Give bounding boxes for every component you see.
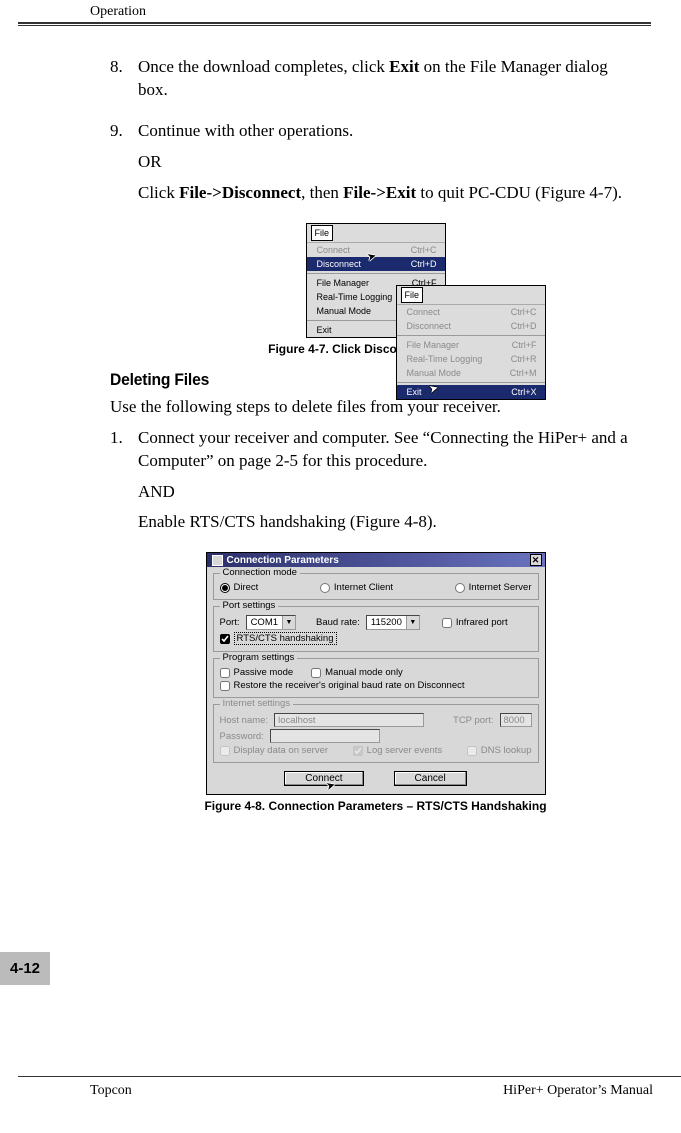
group-legend: Internet settings — [220, 698, 294, 709]
step-9: 9. Continue with other operations. OR Cl… — [110, 120, 641, 213]
text: to quit PC-CDU (Figure 4-7). — [416, 183, 622, 202]
text: , then — [301, 183, 343, 202]
check-dns-lookup: DNS lookup — [467, 745, 532, 756]
figure-4-7: File ConnectCtrl+C DisconnectCtrl+D File… — [110, 223, 641, 338]
body-text: Click File->Disconnect, then File->Exit … — [138, 182, 641, 205]
step-1: 1. Connect your receiver and computer. S… — [110, 427, 641, 543]
group-legend: Connection mode — [220, 567, 300, 578]
menu-connect: ConnectCtrl+C — [397, 305, 545, 319]
label-password: Password: — [220, 731, 264, 742]
label-baud: Baud rate: — [316, 617, 360, 628]
menu-disconnect: DisconnectCtrl+D — [397, 319, 545, 333]
body-text: Connect your receiver and computer. See … — [138, 427, 641, 473]
connection-parameters-dialog: Connection Parameters ✕ Connection mode … — [206, 552, 546, 795]
host-field: localhost — [274, 713, 424, 727]
figure-4-8: Connection Parameters ✕ Connection mode … — [110, 552, 641, 795]
program-settings-group: Program settings Passive mode Manual mod… — [213, 658, 539, 698]
check-display-data: Display data on server — [220, 745, 329, 756]
list-number: 8. — [110, 57, 138, 77]
port-combo[interactable]: COM1▼ — [246, 615, 296, 630]
body-text: OR — [138, 151, 641, 174]
connection-mode-group: Connection mode Direct Internet Client I… — [213, 573, 539, 600]
menu-connect: ConnectCtrl+C — [307, 243, 445, 257]
check-infrared[interactable]: Infrared port — [442, 617, 508, 628]
close-icon[interactable]: ✕ — [530, 554, 542, 566]
page-number: 4-12 — [0, 952, 50, 985]
port-settings-group: Port settings Port: COM1▼ Baud rate: 115… — [213, 606, 539, 652]
list-number: 9. — [110, 121, 138, 141]
body-text: Use the following steps to delete files … — [110, 396, 641, 419]
section-heading: Deleting Files — [110, 370, 599, 390]
footer-right: HiPer+ Operator’s Manual — [503, 1083, 653, 1099]
body-text: Enable RTS/CTS handshaking (Figure 4-8). — [138, 511, 641, 534]
figure-4-7-caption: Figure 4-7. Click Disconnect then Exit — [110, 342, 641, 356]
check-log-events: Log server events — [353, 745, 443, 756]
bold: File->Exit — [343, 183, 416, 202]
text: Click — [138, 183, 179, 202]
group-legend: Program settings — [220, 652, 298, 663]
check-passive[interactable]: Passive mode — [220, 667, 294, 678]
bold: Exit — [389, 57, 419, 76]
password-field — [270, 729, 380, 743]
tcp-port-field: 8000 — [500, 713, 532, 727]
chevron-down-icon[interactable]: ▼ — [282, 616, 295, 629]
body-text: AND — [138, 481, 641, 504]
chevron-down-icon[interactable]: ▼ — [406, 616, 419, 629]
body-text: Once the download completes, click Exit … — [138, 56, 641, 102]
radio-internet-client[interactable]: Internet Client — [320, 582, 393, 593]
menu-file-manager: File ManagerCtrl+F — [397, 338, 545, 352]
menubar-file[interactable]: File — [311, 225, 334, 241]
connect-button[interactable]: Connect — [284, 771, 363, 786]
check-restore-baud[interactable]: Restore the receiver's original baud rat… — [220, 680, 465, 691]
radio-internet-server[interactable]: Internet Server — [455, 582, 532, 593]
label-host: Host name: — [220, 715, 269, 726]
menu-disconnect[interactable]: DisconnectCtrl+D — [307, 257, 445, 271]
dialog-title: Connection Parameters — [227, 555, 339, 566]
body-text: Continue with other operations. — [138, 120, 641, 143]
bold: File->Disconnect — [179, 183, 301, 202]
check-manual-only[interactable]: Manual mode only — [311, 667, 403, 678]
text: Once the download completes, click — [138, 57, 389, 76]
check-rts-cts[interactable]: RTS/CTS handshaking — [220, 632, 337, 645]
baud-combo[interactable]: 115200▼ — [366, 615, 420, 630]
group-legend: Port settings — [220, 600, 279, 611]
label-port: Port: — [220, 617, 240, 628]
app-icon — [212, 555, 223, 566]
cancel-button[interactable]: Cancel — [394, 771, 467, 786]
menu-rt-logging: Real-Time LoggingCtrl+R — [397, 352, 545, 366]
menubar-file[interactable]: File — [401, 287, 424, 303]
label-tcp: TCP port: — [453, 715, 493, 726]
running-head: Operation — [0, 0, 651, 22]
divider — [18, 22, 651, 26]
footer-left: Topcon — [90, 1083, 132, 1099]
list-number: 1. — [110, 428, 138, 448]
radio-direct[interactable]: Direct — [220, 582, 259, 593]
figure-4-8-caption: Figure 4-8. Connection Parameters – RTS/… — [110, 799, 641, 813]
step-8: 8. Once the download completes, click Ex… — [110, 56, 641, 110]
titlebar: Connection Parameters ✕ — [207, 553, 545, 567]
internet-settings-group: Internet settings Host name: localhost T… — [213, 704, 539, 763]
divider — [18, 1076, 681, 1077]
